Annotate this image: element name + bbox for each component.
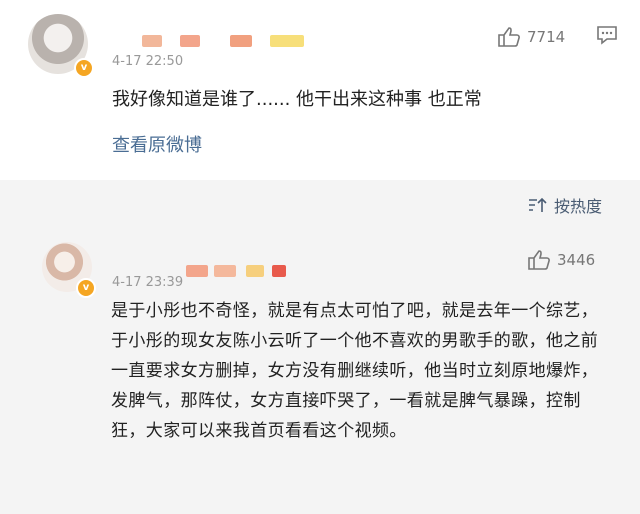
verified-badge-icon: v [74, 58, 94, 78]
reply-like-button[interactable]: 3446 [527, 249, 595, 271]
view-original-link[interactable]: 查看原微博 [112, 131, 202, 157]
thumbs-up-icon [498, 27, 520, 47]
post-username-redacted[interactable] [142, 32, 322, 47]
reply-username-redacted[interactable] [186, 262, 304, 277]
reply-text: 是于小彤也不奇怪，就是有点太可怕了吧，就是去年一个综艺，于小彤的现女友陈小云听了… [111, 301, 599, 441]
sort-by-hot-button[interactable]: 按热度 [528, 193, 602, 217]
post-like-button[interactable]: 7714 [497, 26, 565, 48]
sort-label: 按热度 [554, 197, 603, 216]
post-card: v 4-17 22:50 7714 我好像知道是谁了...... 他干出来这种事… [0, 0, 640, 180]
post-timestamp: 4-17 22:50 [112, 54, 184, 69]
verified-badge-icon: v [76, 278, 96, 298]
thumbs-up-icon [528, 250, 550, 270]
sort-icon [529, 197, 547, 212]
reply-timestamp: 4-17 23:39 [112, 275, 184, 290]
reply-like-count: 3446 [557, 251, 596, 269]
post-text: 我好像知道是谁了...... 他干出来这种事 也正常 [112, 89, 482, 110]
comment-icon[interactable] [596, 24, 618, 46]
post-like-count: 7714 [527, 28, 566, 46]
